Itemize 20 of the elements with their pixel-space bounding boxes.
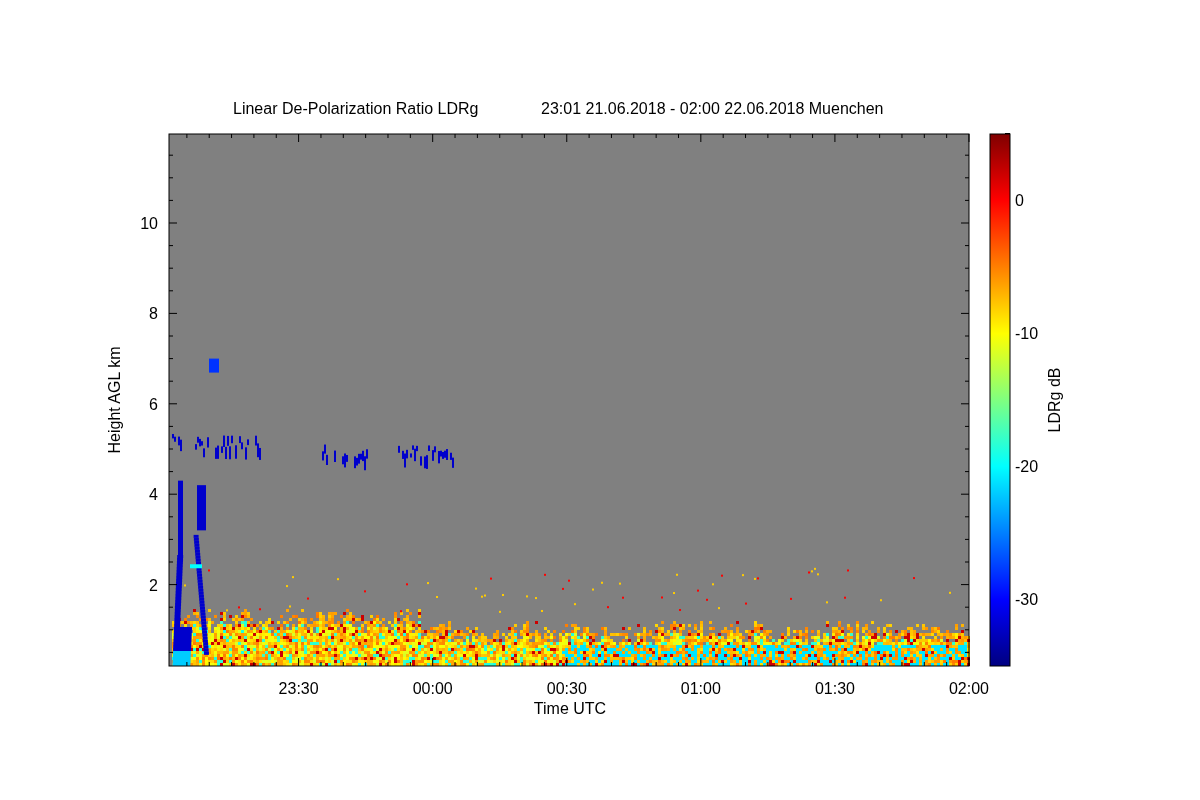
colorbar-tick-label: 0 (1015, 192, 1024, 209)
y-axis-label: Height AGL km (106, 346, 123, 454)
y-tick-label: 2 (149, 576, 158, 594)
y-tick-label: 8 (149, 305, 158, 323)
colorbar-tick-label: -30 (1015, 591, 1039, 608)
y-tick-label: 4 (149, 486, 158, 504)
x-tick-label: 02:00 (949, 680, 989, 697)
x-tick-label: 00:00 (412, 680, 453, 697)
colorbar-tick-label: -10 (1015, 325, 1039, 342)
chart-period: 23:01 21.06.2018 - 02:00 22.06.2018 Muenchen (541, 100, 884, 117)
x-tick-label: 01:30 (814, 680, 855, 697)
x-axis-label: Time UTC (533, 700, 607, 717)
x-tick-label: 23:30 (278, 680, 319, 697)
x-tick-label: 00:30 (546, 680, 587, 697)
y-tick-label: 10 (140, 215, 158, 232)
chart-title: Linear De-Polarization Ratio LDRg (233, 100, 479, 117)
colorbar-tick-label: -20 (1015, 458, 1039, 475)
x-tick-label: 01:00 (680, 680, 721, 697)
colorbar-label: LDRg dB (1046, 367, 1063, 433)
y-tick-label: 6 (149, 395, 158, 413)
